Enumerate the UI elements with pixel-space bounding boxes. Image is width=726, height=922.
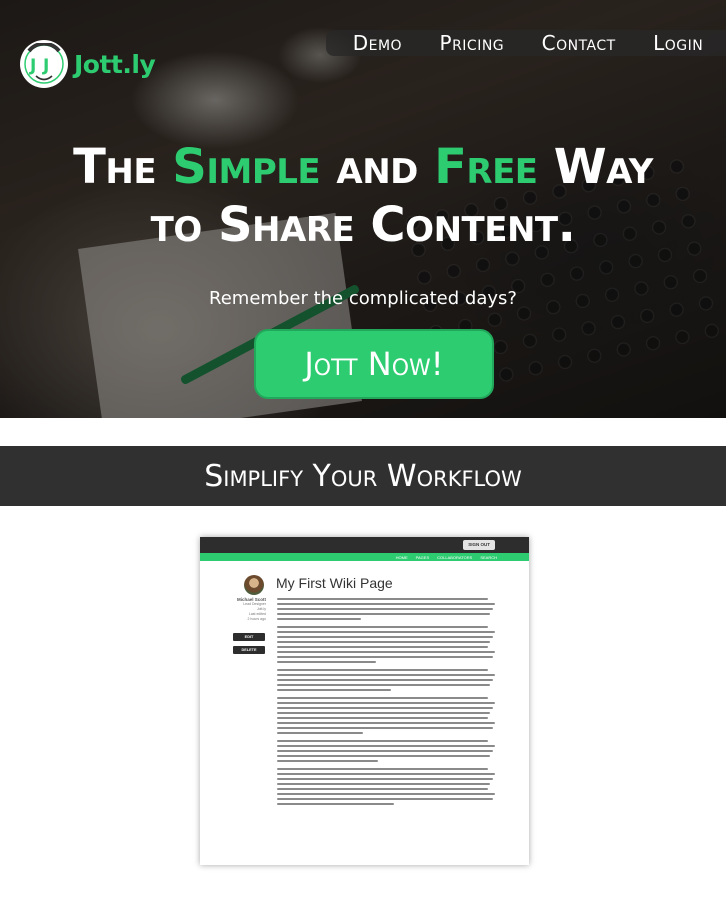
preview-text-line — [277, 778, 493, 780]
preview-paragraph — [277, 626, 497, 663]
preview-text-line — [277, 745, 495, 747]
preview-text-line — [277, 707, 493, 709]
headline-accent-word: Free — [434, 139, 538, 195]
preview-paragraph — [277, 669, 497, 691]
preview-text-line — [277, 768, 489, 770]
preview-text-line — [277, 793, 495, 795]
preview-text-line — [277, 646, 489, 648]
svg-text:J: J — [42, 56, 49, 76]
preview-text-line — [277, 631, 495, 633]
preview-text-line — [277, 656, 493, 658]
preview-body-text — [277, 598, 497, 811]
nav-pricing-link[interactable]: Pricing — [440, 31, 505, 55]
preview-paragraph — [277, 768, 497, 805]
preview-text-line — [277, 674, 495, 676]
preview-text-line — [277, 651, 495, 653]
top-nav: Demo Pricing Contact Login — [326, 30, 726, 56]
preview-text-line — [277, 626, 489, 628]
headline-word: The — [73, 139, 157, 195]
hero-subtitle: Remember the complicated days? — [209, 288, 517, 309]
preview-text-line — [277, 712, 491, 714]
preview-text-line — [277, 618, 361, 620]
preview-text-line — [277, 783, 491, 785]
preview-nav-item: SEARCH — [480, 554, 497, 560]
preview-nav-item: COLLABORATORS — [437, 554, 473, 560]
preview-edit-button: EDIT — [233, 633, 265, 641]
jott-now-button[interactable]: Jott Now! — [254, 329, 494, 399]
preview-paragraph — [277, 740, 497, 762]
nav-demo-link[interactable]: Demo — [353, 31, 402, 55]
headline-accent-word: Simple — [172, 139, 321, 195]
headline-word: Way — [553, 139, 654, 195]
preview-text-line — [277, 750, 493, 752]
preview-text-line — [277, 717, 489, 719]
preview-text-line — [277, 661, 376, 663]
preview-text-line — [277, 803, 394, 805]
preview-text-line — [277, 697, 489, 699]
nav-contact-link[interactable]: Contact — [542, 31, 616, 55]
preview-text-line — [277, 608, 493, 610]
preview-text-line — [277, 798, 493, 800]
section-title-bar: Simplify Your Workflow — [0, 446, 726, 506]
preview-author-info: Michael Scott Lead Designer Jott.ly Last… — [218, 597, 266, 622]
preview-paragraph — [277, 697, 497, 734]
headline-line-two: to Share Content. — [150, 197, 576, 253]
preview-topbar: SIGN OUT — [200, 537, 529, 553]
preview-nav-item: HOME — [395, 554, 408, 560]
headline-word: and — [336, 139, 418, 195]
preview-text-line — [277, 740, 489, 742]
preview-nav: HOME PAGES COLLABORATORS SEARCH — [200, 553, 529, 561]
preview-paragraph — [277, 598, 497, 620]
preview-text-line — [277, 684, 491, 686]
preview-signout-button: SIGN OUT — [463, 540, 495, 550]
preview-text-line — [277, 679, 493, 681]
avatar — [244, 575, 264, 595]
preview-text-line — [277, 613, 491, 615]
brand-logo[interactable]: J J Jott.ly — [20, 40, 156, 88]
preview-text-line — [277, 641, 491, 643]
section-title: Simplify Your Workflow — [204, 458, 522, 494]
preview-text-line — [277, 636, 493, 638]
preview-text-line — [277, 727, 493, 729]
preview-text-line — [277, 788, 489, 790]
preview-text-line — [277, 773, 495, 775]
preview-text-line — [277, 598, 489, 600]
jj-logo-icon: J J — [20, 40, 68, 88]
preview-text-line — [277, 722, 495, 724]
preview-text-line — [277, 755, 491, 757]
hero-headline: The Simple and Free Way to Share Content… — [0, 138, 726, 254]
preview-text-line — [277, 702, 495, 704]
hero-section: J J Jott.ly Demo Pricing Contact Login T… — [0, 0, 726, 418]
preview-nav-item: PAGES — [415, 554, 430, 560]
preview-text-line — [277, 732, 363, 734]
svg-text:J: J — [29, 56, 36, 76]
preview-delete-button: DELETE — [233, 646, 265, 654]
preview-page-title: My First Wiki Page — [276, 575, 393, 591]
preview-text-line — [277, 669, 489, 671]
preview-text-line — [277, 603, 495, 605]
brand-name: Jott.ly — [74, 49, 156, 79]
preview-text-line — [277, 689, 392, 691]
nav-login-link[interactable]: Login — [653, 31, 703, 55]
preview-text-line — [277, 760, 379, 762]
app-preview-screenshot: SIGN OUT HOME PAGES COLLABORATORS SEARCH… — [200, 537, 529, 865]
preview-author-ago: 2 hours ago — [247, 617, 267, 621]
